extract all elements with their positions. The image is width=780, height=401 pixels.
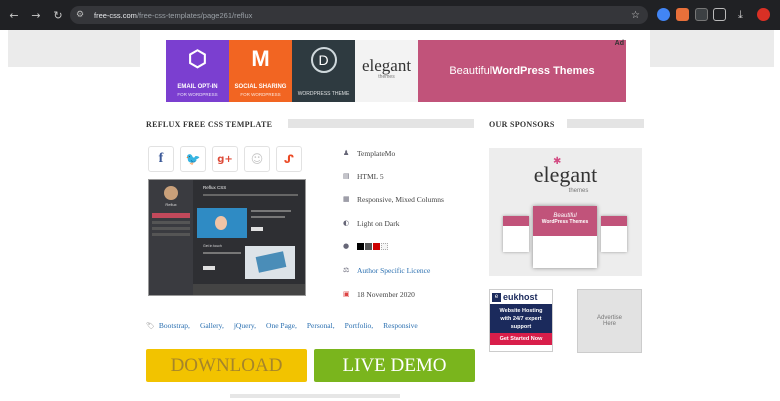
swatch-white: [381, 242, 388, 250]
ad-banner[interactable]: ⬡ EMAIL OPT-IN FOR WORDPRESS M SOCIAL SH…: [166, 40, 626, 102]
preview-footer: [193, 284, 305, 295]
download-button[interactable]: DOWNLOAD: [146, 349, 307, 382]
section-divider: [567, 119, 644, 128]
twitter-icon[interactable]: 🐦: [180, 146, 206, 172]
preview-nav-item: [152, 233, 190, 236]
preview-avatar: [164, 186, 178, 200]
user-icon: ♟: [343, 149, 350, 157]
sponsor-eukhost[interactable]: e eukhost Website Hosting with 24/7 expe…: [489, 289, 553, 352]
advertise-here-slot[interactable]: Advertise Here: [577, 289, 642, 353]
tag-link[interactable]: Gallery,: [200, 321, 224, 330]
preview-text-line: [203, 194, 298, 196]
info-date: ▣ 18 November 2020: [343, 289, 415, 299]
preview-nav-item: [152, 221, 190, 224]
template-preview-thumbnail[interactable]: Reflux Reflux CSS Get in touch: [148, 179, 306, 296]
info-html-version: ▤ HTML 5: [343, 171, 384, 181]
star-icon: ✱: [553, 156, 562, 167]
contrast-icon: ◐: [343, 219, 350, 227]
preview-sidebar: Reflux: [149, 180, 193, 295]
template-section-title: REFLUX FREE CSS TEMPLATE: [146, 120, 273, 129]
tag-link[interactable]: Personal,: [307, 321, 335, 330]
sponsor-mockup: [503, 216, 529, 252]
preview-image-2: [245, 246, 295, 279]
licence-icon: ⚖: [343, 266, 350, 274]
google-plus-icon[interactable]: g+: [212, 146, 238, 172]
preview-text-line: [251, 216, 285, 218]
stumbleupon-icon[interactable]: ᔑ: [276, 146, 302, 172]
ad-tile-social-sharing[interactable]: M SOCIAL SHARING FOR WORDPRESS: [229, 40, 292, 102]
preview-image-1: [197, 208, 247, 238]
tag-list: 🏷 Bootstrap, Gallery, jQuery, One Page, …: [146, 321, 428, 330]
extensions-puzzle-icon[interactable]: [713, 8, 726, 21]
html-file-icon: ▤: [343, 172, 350, 180]
hexagon-icon: ⬡: [187, 46, 208, 71]
extension-chrome-icon[interactable]: [657, 8, 670, 21]
ad-tagline[interactable]: Beautiful WordPress Themes: [418, 40, 626, 102]
bookmark-star-icon[interactable]: ☆: [631, 10, 640, 21]
tag-link[interactable]: jQuery,: [234, 321, 256, 330]
info-author: ♟ TemplateMo: [343, 148, 396, 158]
preview-text-line: [203, 252, 241, 254]
preview-nav-active: [152, 213, 190, 218]
tag-link[interactable]: Responsive: [383, 321, 418, 330]
ad-label: Ad: [614, 40, 624, 47]
eukhost-body: Website Hosting with 24/7 expert support: [490, 304, 552, 333]
preview-nav-item: [152, 227, 190, 230]
swatch-gray: [365, 242, 372, 250]
eukhost-cta[interactable]: Get Started Now: [490, 333, 552, 345]
preview-button: [203, 266, 215, 270]
download-icon[interactable]: ⤓: [738, 8, 751, 21]
layout-icon: ▦: [343, 195, 350, 203]
site-settings-icon[interactable]: ⚙: [76, 10, 90, 20]
sponsor-mockup-main: Beautiful WordPress Themes: [533, 206, 597, 268]
palette-icon: ●: [343, 242, 350, 250]
tag-link[interactable]: Portfolio,: [345, 321, 374, 330]
preview-text-line: [251, 210, 291, 212]
swatch-black: [357, 242, 364, 250]
ad-tile-wordpress-theme[interactable]: D WORDPRESS THEME: [292, 40, 355, 102]
swatch-red: [373, 242, 380, 250]
tag-icon: 🏷: [146, 321, 155, 330]
forward-icon[interactable]: →: [28, 7, 44, 23]
preview-image-device: [255, 251, 287, 273]
info-theme: ◐ Light on Dark: [343, 218, 400, 228]
eukhost-logo-icon: e: [492, 292, 501, 302]
tag-link[interactable]: One Page,: [266, 321, 297, 330]
section-divider: [288, 119, 474, 128]
tag-link[interactable]: Bootstrap,: [159, 321, 190, 330]
divi-logo-icon: D: [310, 47, 337, 73]
preview-image-subject: [215, 216, 227, 230]
ad-tile-email-optin[interactable]: ⬡ EMAIL OPT-IN FOR WORDPRESS: [166, 40, 229, 102]
footer-text-faint: [230, 394, 400, 398]
facebook-icon[interactable]: f: [148, 146, 174, 172]
ad-elegant-logo[interactable]: elegant themes: [355, 40, 418, 102]
extension-icon[interactable]: [695, 8, 708, 21]
url-text[interactable]: free-css.com/free-css-templates/page261/…: [94, 11, 252, 20]
info-licence[interactable]: ⚖ Author Specific Licence: [343, 263, 430, 277]
m-logo-icon: M: [251, 46, 270, 71]
browser-toolbar: ← → ↻ ⚙ free-css.com/free-css-templates/…: [0, 0, 780, 30]
live-demo-button[interactable]: LIVE DEMO: [314, 349, 475, 382]
reddit-icon[interactable]: ☺: [244, 146, 270, 172]
info-color-swatches: ●: [343, 239, 389, 253]
address-bar[interactable]: ⚙ free-css.com/free-css-templates/page26…: [70, 6, 648, 24]
preview-button: [251, 227, 263, 231]
eukhost-logo: e eukhost: [490, 290, 552, 304]
reload-icon[interactable]: ↻: [50, 7, 66, 23]
sponsors-section-title: OUR SPONSORS: [489, 120, 555, 129]
back-icon[interactable]: ←: [6, 7, 22, 23]
info-layout: ▦ Responsive, Mixed Columns: [343, 194, 444, 204]
mockup-header: [503, 216, 529, 226]
page-content: ⬡ EMAIL OPT-IN FOR WORDPRESS M SOCIAL SH…: [140, 30, 650, 401]
calendar-icon: ▣: [343, 290, 350, 298]
mockup-header: [601, 216, 627, 226]
sponsor-mockup: [601, 216, 627, 252]
profile-avatar[interactable]: [757, 8, 770, 21]
extension-icon[interactable]: [676, 8, 689, 21]
mockup-banner: Beautiful WordPress Themes: [533, 206, 597, 236]
sponsor-elegant-themes[interactable]: elegant themes ✱ Beautiful WordPress The…: [489, 148, 642, 276]
